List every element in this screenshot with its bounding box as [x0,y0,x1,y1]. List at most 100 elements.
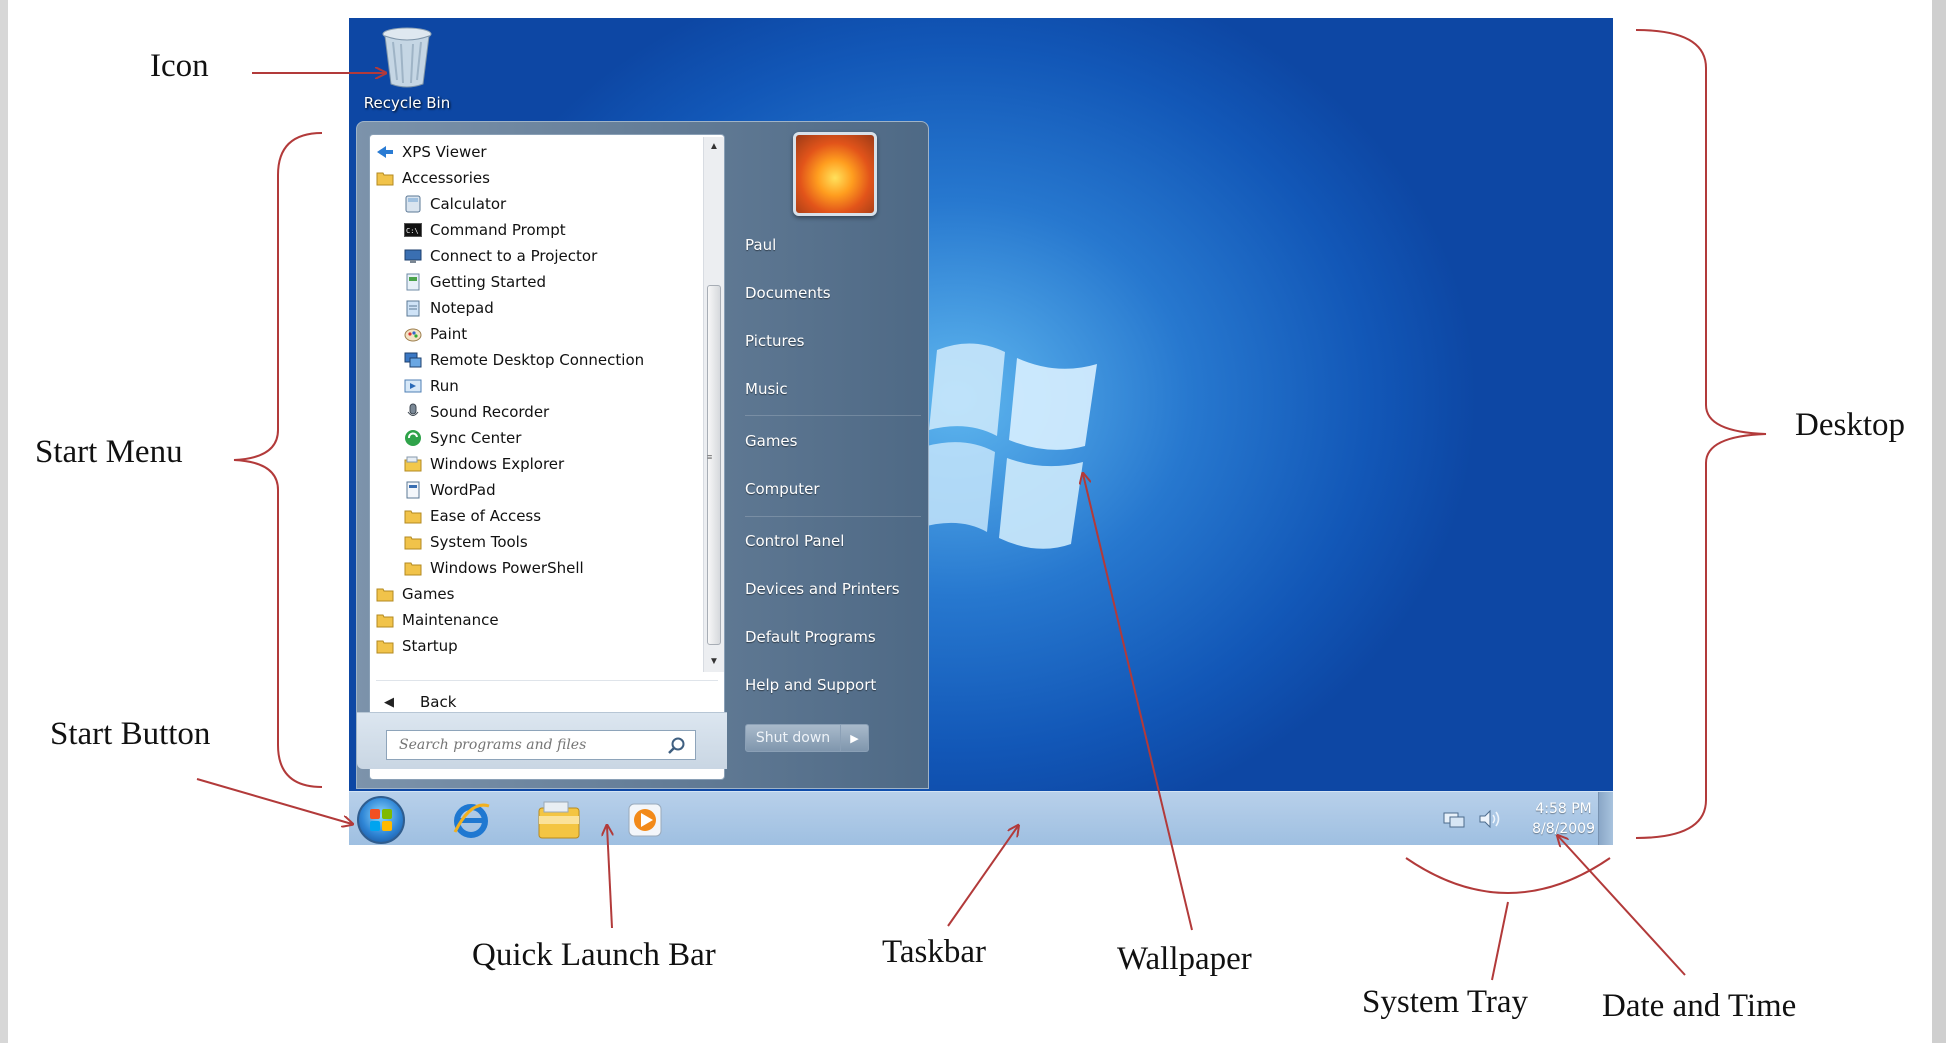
desktop-brace [1635,29,1767,839]
system-tray: 4:58 PM 8/8/2009 [1442,796,1595,842]
program-item-sync-center[interactable]: Sync Center [404,425,521,451]
folder-icon [376,637,394,655]
right-item-help-support[interactable]: Help and Support [745,667,925,703]
program-item-windows-powershell[interactable]: Windows PowerShell [404,555,584,581]
right-item-paul[interactable]: Paul [745,227,925,263]
shutdown-button[interactable]: Shut down [745,724,841,752]
program-item-ease-of-access[interactable]: Ease of Access [404,503,541,529]
right-item-documents[interactable]: Documents [745,275,925,311]
taskbar[interactable]: 4:58 PM 8/8/2009 [349,791,1613,845]
program-label: Remote Desktop Connection [430,351,645,369]
programs-pane: XPS Viewer Accessories Calculator C:\ Comman… [369,134,725,780]
folder-icon [376,169,394,187]
right-item-music[interactable]: Music [745,371,925,407]
right-item-default-programs[interactable]: Default Programs [745,619,925,655]
program-label: Command Prompt [430,221,566,239]
program-label: Paint [430,325,468,343]
svg-text:C:\: C:\ [406,227,419,235]
start-button-arrow [196,778,352,824]
program-item-sound-recorder[interactable]: Sound Recorder [404,399,549,425]
clock-date: 8/8/2009 [1532,821,1595,837]
show-desktop-button[interactable] [1598,792,1613,845]
right-item-computer[interactable]: Computer [745,471,925,507]
program-item-getting-started[interactable]: Getting Started [404,269,546,295]
right-item-games[interactable]: Games [745,423,925,459]
program-label: Sound Recorder [430,403,550,421]
right-item-devices-printers[interactable]: Devices and Printers [745,571,925,607]
annotation-system-tray: System Tray [1362,984,1528,1020]
program-label: Getting Started [430,273,546,291]
program-item-windows-explorer[interactable]: Windows Explorer [404,451,564,477]
annotation-wallpaper: Wallpaper [1117,941,1252,977]
remote-desktop-icon [404,351,422,369]
left-frame [0,0,8,1043]
program-item-command-prompt[interactable]: C:\ Command Prompt [404,217,566,243]
program-list-scrollbar[interactable]: ▲ ≡ ▼ [703,137,724,672]
date-time-arrow [1558,836,1686,976]
program-item-connect-to-a-projector[interactable]: Connect to a Projector [404,243,597,269]
program-label: Notepad [430,299,494,317]
annotation-start-menu: Start Menu [35,434,183,470]
volume-icon[interactable] [1478,809,1502,829]
program-label: WordPad [430,481,496,499]
program-item-paint[interactable]: Paint [404,321,467,347]
shutdown-control[interactable]: Shut down ▶ [745,724,875,752]
user-picture-avatar[interactable] [793,132,877,216]
system-tray-pointer [1491,901,1509,981]
shutdown-options-arrow-icon[interactable]: ▶ [841,724,869,752]
program-label: Games [402,585,455,603]
network-icon[interactable] [1442,809,1466,829]
date-time[interactable]: 4:58 PM 8/8/2009 [1532,799,1595,839]
program-label: Windows PowerShell [430,559,584,577]
scroll-thumb[interactable] [707,285,721,645]
program-item-accessories[interactable]: Accessories [376,165,490,191]
explorer-icon [404,455,422,473]
program-item-wordpad[interactable]: WordPad [404,477,496,503]
recycle-bin-label: Recycle Bin [363,94,451,112]
folder-icon [404,533,422,551]
back-button[interactable]: ◀ Back [384,693,456,711]
right-item-control-panel[interactable]: Control Panel [745,523,925,559]
start-button[interactable] [357,796,405,844]
search-box[interactable] [386,730,696,760]
back-divider [376,680,718,681]
desktop-screen[interactable]: Recycle Bin XPS Viewer Accessories Calcula… [349,18,1613,845]
folder-icon [376,611,394,629]
program-item-games[interactable]: Games [376,581,454,607]
file-explorer-icon[interactable] [536,798,582,842]
program-item-startup[interactable]: Startup [376,633,458,659]
media-player-icon[interactable] [627,802,663,838]
scroll-up-arrow[interactable]: ▲ [704,137,724,157]
notepad-icon [404,299,422,317]
command-prompt-icon: C:\ [404,221,422,239]
program-label: Ease of Access [430,507,542,525]
microphone-icon [404,403,422,421]
search-input[interactable] [397,736,651,754]
program-label: Run [430,377,459,395]
program-label: Accessories [402,169,490,187]
annotation-taskbar: Taskbar [882,934,986,970]
scroll-grip-icon: ≡ [707,452,713,462]
folder-icon [404,507,422,525]
start-menu[interactable]: XPS Viewer Accessories Calculator C:\ Comman… [356,121,929,789]
program-item-xps-viewer[interactable]: XPS Viewer [376,139,487,165]
program-item-maintenance[interactable]: Maintenance [376,607,499,633]
program-label: Connect to a Projector [430,247,598,265]
program-item-remote-desktop-connection[interactable]: Remote Desktop Connection [404,347,644,373]
recycle-bin[interactable]: Recycle Bin [359,26,455,112]
back-label: Back [420,693,457,711]
scroll-down-arrow[interactable]: ▼ [704,652,724,672]
annotation-quick-launch-bar: Quick Launch Bar [472,937,716,973]
program-item-system-tools[interactable]: System Tools [404,529,528,555]
folder-icon [376,585,394,603]
program-label: System Tools [430,533,528,551]
search-icon[interactable] [667,736,687,756]
program-item-run[interactable]: Run [404,373,459,399]
right-item-pictures[interactable]: Pictures [745,323,925,359]
internet-explorer-icon[interactable] [449,798,493,842]
program-item-calculator[interactable]: Calculator [404,191,506,217]
program-label: Sync Center [430,429,522,447]
sync-icon [404,429,422,447]
program-item-notepad[interactable]: Notepad [404,295,494,321]
right-separator [745,415,921,416]
